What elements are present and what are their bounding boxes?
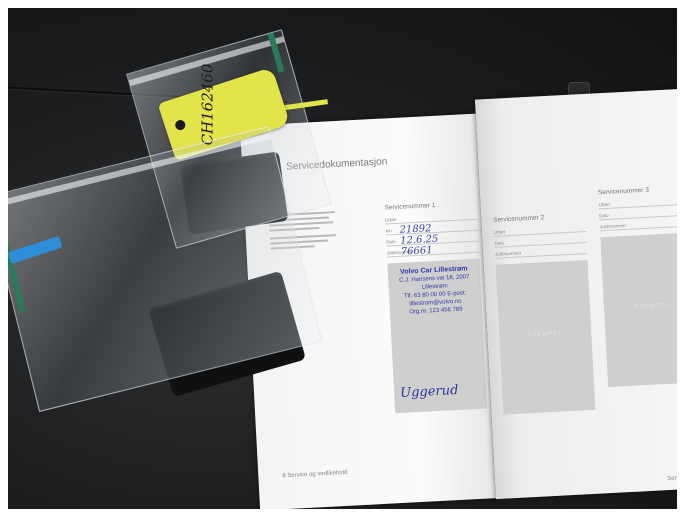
page-footer: 8 Service og vedlikehold [282, 469, 348, 480]
page-footer: Service og ved [667, 474, 677, 483]
service-1: Servicenummer 1 Utført km 21892 Dato 12.6.… [384, 200, 488, 414]
service-3: Servicenummer 3 Utført Dato Jobbnummer S… [598, 184, 677, 388]
photo: Servicedokumentasjon Servicenummer 1 Utf… [8, 8, 677, 509]
stamp-box: Volvo Car Lillestrøm C.J. Hansens vei 18… [387, 258, 488, 414]
booklet-right-page: Servicenummer 2 Utført Dato Jobbnummer S… [474, 88, 677, 500]
dealer-stamp: Volvo Car Lillestrøm C.J. Hansens vei 18… [398, 265, 470, 316]
tag-code: CH162460 [198, 63, 217, 146]
handwritten-job: 76661 [400, 245, 433, 258]
service-2: Servicenummer 2 Utført Dato Jobbnummer S… [493, 212, 596, 415]
stamp-box: STEMPEL [495, 259, 596, 415]
signature: Uggerud [399, 382, 459, 401]
stamp-box: STEMPEL [600, 232, 677, 388]
